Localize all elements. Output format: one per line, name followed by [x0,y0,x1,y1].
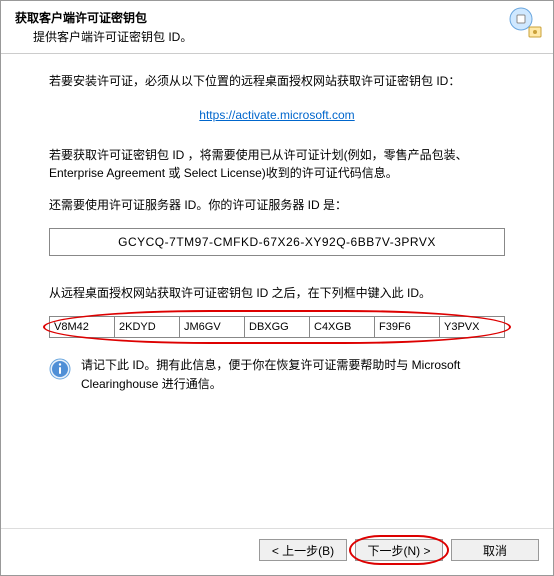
key-segment-4[interactable] [244,316,309,338]
dialog-body: 若要安装许可证，必须从以下位置的远程桌面授权网站获取许可证密钥包 ID： htt… [1,54,553,528]
key-segment-3[interactable] [179,316,244,338]
license-key-icon [507,7,543,44]
info-icon [49,358,71,383]
key-segment-1[interactable] [49,316,114,338]
dialog-header: 获取客户端许可证密钥包 提供客户端许可证密钥包 ID。 [1,1,553,54]
next-button[interactable]: 下一步(N) > [355,539,443,561]
key-segment-5[interactable] [309,316,374,338]
cancel-button[interactable]: 取消 [451,539,539,561]
key-segment-2[interactable] [114,316,179,338]
info-row: 请记下此 ID。拥有此信息，便于你在恢复许可证需要帮助时与 Microsoft … [49,356,505,394]
wizard-dialog: 获取客户端许可证密钥包 提供客户端许可证密钥包 ID。 若要安装许可证，必须从以… [0,0,554,576]
server-id-label: 还需要使用许可证服务器 ID。你的许可证服务器 ID 是： [49,196,505,214]
server-id-value: GCYCQ-7TM97-CMFKD-67X26-XY92Q-6BB7V-3PRV… [49,228,505,256]
key-segment-7[interactable] [439,316,505,338]
back-button[interactable]: < 上一步(B) [259,539,347,561]
info-text: 请记下此 ID。拥有此信息，便于你在恢复许可证需要帮助时与 Microsoft … [81,356,505,394]
enter-id-instruction: 从远程桌面授权网站获取许可证密钥包 ID 之后，在下列框中键入此 ID。 [49,284,505,302]
header-title: 获取客户端许可证密钥包 [15,9,541,26]
key-pack-id-inputs [49,316,505,338]
intro-text: 若要安装许可证，必须从以下位置的远程桌面授权网站获取许可证密钥包 ID： [49,72,505,90]
dialog-footer: < 上一步(B) 下一步(N) > 取消 [1,528,553,575]
license-program-text: 若要获取许可证密钥包 ID ，将需要使用已从许可证计划(例如，零售产品包装、En… [49,146,505,182]
key-segment-6[interactable] [374,316,439,338]
header-subtitle: 提供客户端许可证密钥包 ID。 [33,28,541,45]
activation-link[interactable]: https://activate.microsoft.com [199,108,354,122]
